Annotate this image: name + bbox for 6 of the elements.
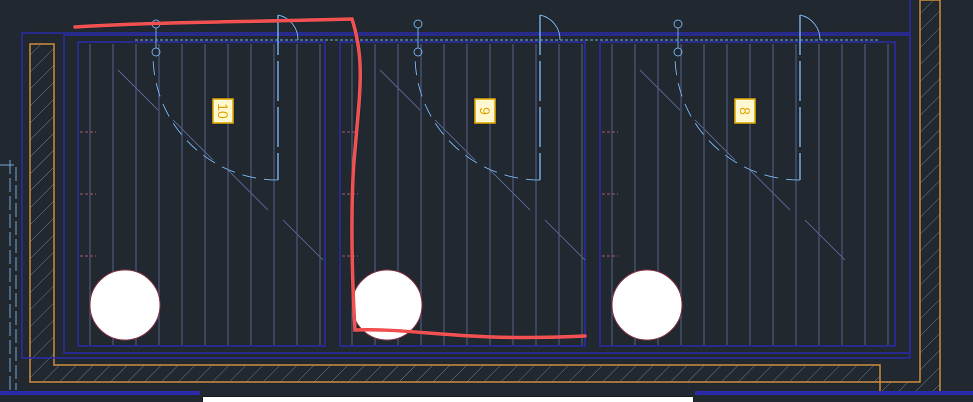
stall-number-tag: 10 (212, 98, 234, 124)
stall-number-tag: 9 (474, 98, 496, 124)
drain-circle (352, 270, 422, 340)
drain-circle (612, 270, 682, 340)
stall-number-tag: 8 (734, 98, 756, 124)
drain-circle (90, 270, 160, 340)
